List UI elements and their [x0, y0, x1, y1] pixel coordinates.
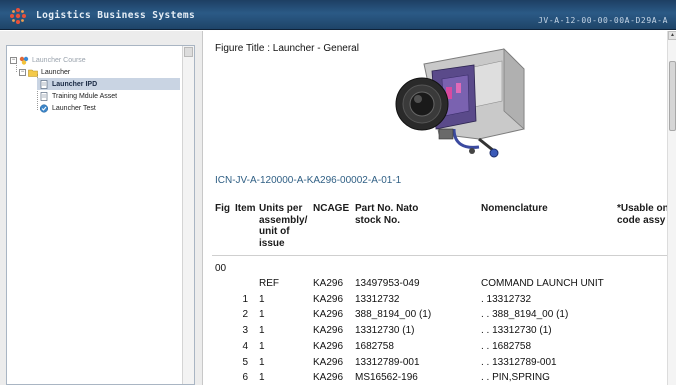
tree-item-label: Training Mdule Asset	[52, 92, 118, 100]
row-ncage: KA296	[313, 341, 344, 352]
row-item: 1	[242, 294, 248, 305]
row-ncage: KA296	[313, 357, 344, 368]
test-icon	[39, 103, 49, 113]
tree-scrollbar-thumb[interactable]	[184, 47, 193, 57]
tree-item-launcher-ipd[interactable]: Launcher IPD	[37, 78, 180, 90]
tree-item-label: Launcher IPD	[52, 80, 98, 88]
row-part-no: 13312732	[355, 294, 400, 305]
row-part-no: 388_8194_00 (1)	[355, 309, 432, 320]
content-scrollbar-thumb[interactable]	[669, 61, 676, 131]
app-logo-icon	[10, 8, 26, 24]
row-nomenclature: . . 13312789-001	[481, 357, 557, 368]
tree-item-label: Launcher Course	[32, 56, 86, 64]
row-item: 6	[242, 372, 248, 383]
document-icon	[40, 91, 48, 101]
header-part-no: Part No. Nato stock No.	[355, 203, 419, 226]
document-viewer: Figure Title : Launcher - General ICN-JV…	[204, 31, 676, 385]
row-part-no: 1682758	[355, 341, 394, 352]
illustration-control-number[interactable]: ICN-JV-A-120000-A-KA296-00002-A-01-1	[215, 175, 401, 186]
figure-title: Figure Title : Launcher - General	[215, 43, 359, 54]
row-units: REF	[259, 278, 279, 289]
row-part-no: MS16562-196	[355, 372, 418, 383]
row-nomenclature: . 13312732	[481, 294, 532, 305]
collapse-icon[interactable]: −	[19, 68, 26, 76]
header-divider	[212, 255, 667, 256]
row-ncage: KA296	[313, 325, 344, 336]
launcher-illustration[interactable]	[384, 39, 534, 169]
header-usable-on-code: *Usable on code assy	[617, 203, 669, 226]
tree-item-training-module-asset[interactable]: Training Mdule Asset	[37, 90, 117, 102]
scroll-up-icon[interactable]: ▲	[668, 31, 676, 40]
tree-item-launcher-course[interactable]: − Launcher Course	[10, 54, 86, 66]
title-bar: Logistics Business Systems JV-A-12-00-00…	[0, 0, 676, 30]
tree-item-label: Launcher Test	[52, 104, 96, 112]
course-tree: − Launcher Course − Launcher Launcher IP…	[6, 45, 195, 385]
row-item: 2	[242, 309, 248, 320]
header-fig: Fig	[215, 203, 230, 214]
row-item: 4	[242, 341, 248, 352]
header-item: Item	[235, 203, 256, 214]
row-units: 1	[259, 357, 265, 368]
group-label: 00	[215, 263, 227, 274]
row-item: 5	[242, 357, 248, 368]
header-nomenclature: Nomenclature	[481, 203, 548, 214]
left-panel: − Launcher Course − Launcher Launcher IP…	[0, 31, 203, 385]
parts-table-header: Fig Item Units per assembly/ unit of iss…	[204, 201, 669, 253]
row-units: 1	[259, 325, 265, 336]
row-units: 1	[259, 372, 265, 383]
content-scrollbar[interactable]: ▲	[667, 31, 676, 385]
row-nomenclature: . . 13312730 (1)	[481, 325, 552, 336]
header-units: Units per assembly/ unit of issue	[259, 203, 308, 249]
row-item: 3	[242, 325, 248, 336]
row-part-no: 13312730 (1)	[355, 325, 415, 336]
row-units: 1	[259, 309, 265, 320]
course-icon	[19, 56, 29, 65]
row-ncage: KA296	[313, 309, 344, 320]
row-nomenclature: . . 1682758	[481, 341, 532, 352]
tree-item-launcher-test[interactable]: Launcher Test	[37, 102, 96, 114]
row-ncage: KA296	[313, 278, 344, 289]
tree-scrollbar[interactable]	[182, 46, 194, 384]
document-icon	[40, 79, 48, 89]
collapse-icon[interactable]: −	[10, 56, 17, 64]
row-part-no: 13497953-049	[355, 278, 420, 289]
tree-item-label: Launcher	[41, 68, 71, 76]
folder-icon	[28, 69, 38, 77]
document-code: JV-A-12-00-00-00A-D29A-A	[538, 16, 668, 25]
row-nomenclature: COMMAND LAUNCH UNIT	[481, 278, 604, 289]
row-part-no: 13312789-001	[355, 357, 420, 368]
row-units: 1	[259, 341, 265, 352]
header-ncage: NCAGE	[313, 203, 350, 214]
row-ncage: KA296	[313, 372, 344, 383]
row-nomenclature: . . 388_8194_00 (1)	[481, 309, 569, 320]
tree-item-launcher[interactable]: − Launcher	[19, 66, 70, 78]
row-nomenclature: . . PIN,SPRING	[481, 372, 550, 383]
row-units: 1	[259, 294, 265, 305]
app-title: Logistics Business Systems	[36, 10, 196, 21]
row-ncage: KA296	[313, 294, 344, 305]
